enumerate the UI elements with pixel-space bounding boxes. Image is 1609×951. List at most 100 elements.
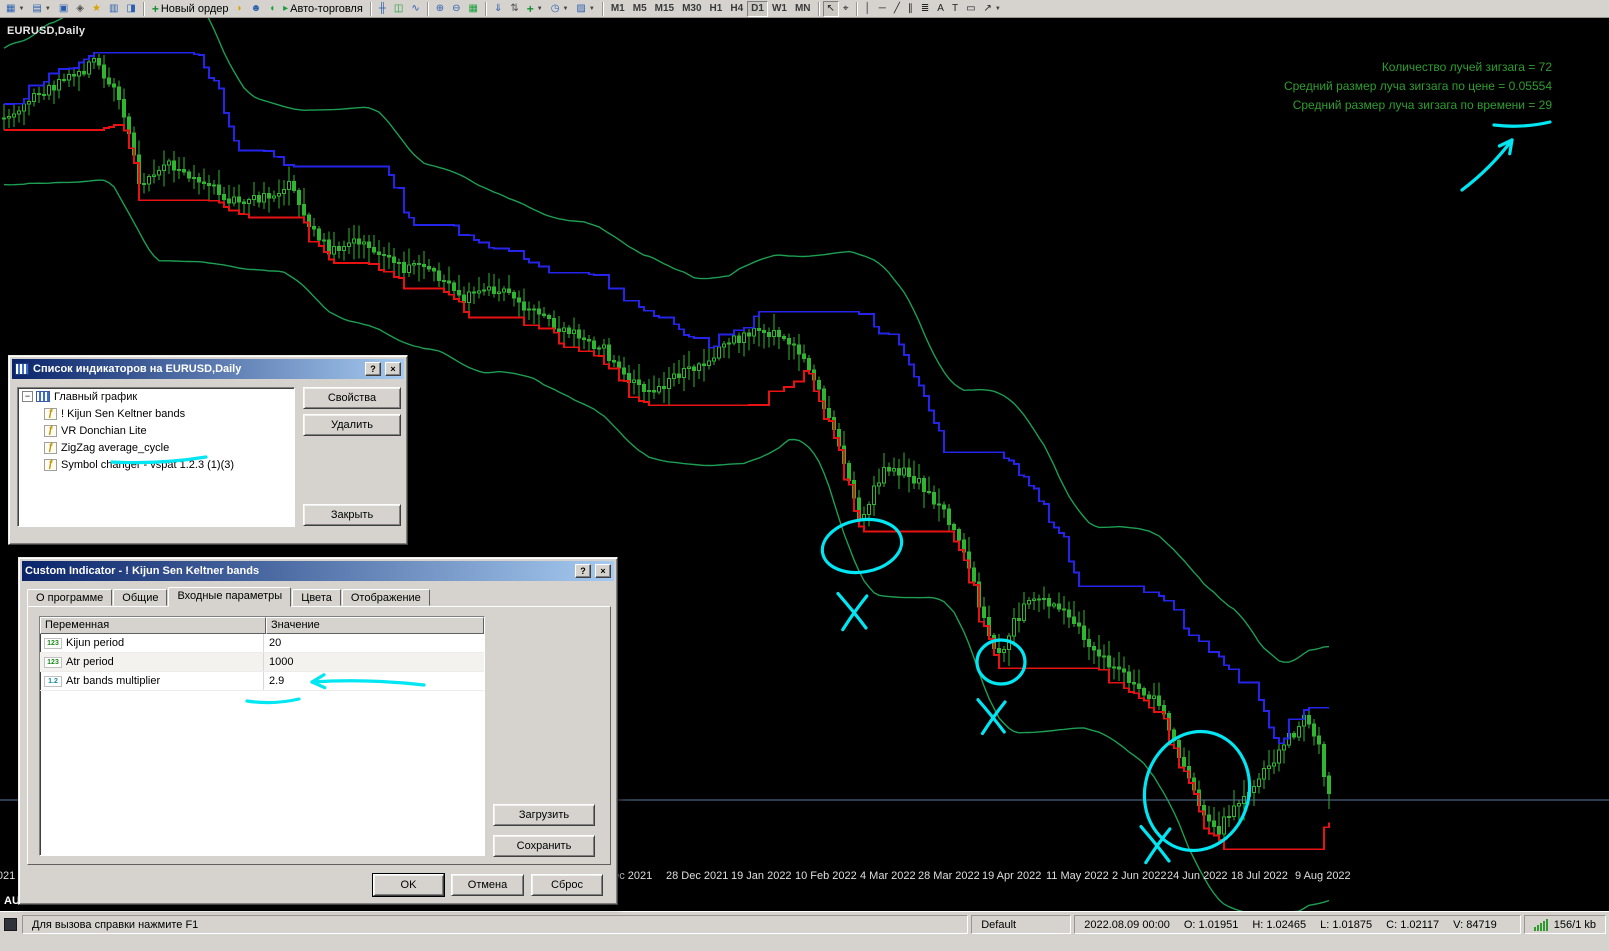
fibonacci-button[interactable]: ≣ bbox=[917, 1, 933, 17]
timeframe-m15-button-label: M15 bbox=[655, 3, 674, 14]
indicators-button[interactable]: ⇓ bbox=[490, 1, 506, 17]
load-button[interactable]: Загрузить bbox=[493, 804, 595, 826]
param-value[interactable]: 2.9 bbox=[264, 675, 484, 687]
timeframe-d1-button[interactable]: D1 bbox=[747, 1, 768, 17]
trendline-button[interactable]: ╱ bbox=[890, 1, 904, 17]
shapes-button[interactable]: ▭ bbox=[962, 1, 979, 17]
delete-button[interactable]: Удалить bbox=[303, 414, 401, 436]
navigator-button[interactable]: ◈ bbox=[72, 1, 88, 17]
custom-indicator-titlebar[interactable]: Custom Indicator - ! Kijun Sen Keltner b… bbox=[22, 561, 614, 581]
text-button[interactable]: A bbox=[933, 1, 948, 17]
param-value[interactable]: 1000 bbox=[264, 656, 484, 668]
close-button[interactable]: Закрыть bbox=[303, 504, 401, 526]
favorites-icon: ★ bbox=[92, 4, 101, 14]
close-icon[interactable]: × bbox=[385, 362, 401, 376]
timeframe-mn-button-label: MN bbox=[795, 3, 811, 14]
column-header-value[interactable]: Значение bbox=[266, 617, 484, 634]
date-label: 9 Aug 2022 bbox=[1295, 870, 1351, 882]
indicator-fx-icon: ƒ bbox=[44, 459, 57, 471]
timeframe-h1-button[interactable]: H1 bbox=[706, 1, 727, 17]
timeframe-h1-button-label: H1 bbox=[710, 3, 723, 14]
periods-button[interactable]: ◷▼ bbox=[547, 1, 573, 17]
bar-chart-button[interactable]: ╫ bbox=[375, 1, 390, 17]
chevron-down-icon: ▼ bbox=[562, 6, 568, 12]
status-bar: Для вызова справки нажмите F1 Default 20… bbox=[0, 911, 1609, 951]
indicator-fx-icon: ƒ bbox=[44, 442, 57, 454]
timeframe-m30-button-label: M30 bbox=[682, 3, 701, 14]
favorites-button[interactable]: ★ bbox=[88, 1, 105, 17]
date-label: 28 Dec 2021 bbox=[666, 870, 728, 882]
tree-item-indicator[interactable]: ƒVR Donchian Lite bbox=[18, 422, 294, 439]
save-button[interactable]: Сохранить bbox=[493, 835, 595, 857]
line-chart-button[interactable]: ∿ bbox=[407, 1, 423, 17]
dialog-tab[interactable]: О программе bbox=[27, 589, 112, 606]
tree-item-indicator[interactable]: ƒ! Kijun Sen Keltner bands bbox=[18, 405, 294, 422]
timeframe-m1-button[interactable]: M1 bbox=[607, 1, 629, 17]
chevron-down-icon: ▼ bbox=[45, 6, 51, 12]
timeframe-h4-button-label: H4 bbox=[730, 3, 743, 14]
column-header-variable[interactable]: Переменная bbox=[40, 617, 266, 634]
param-row[interactable]: 1.2Atr bands multiplier2.9 bbox=[40, 672, 484, 691]
zigzag-comment-text: Количество лучей зигзага = 72Средний раз… bbox=[1284, 58, 1552, 115]
timeframe-h4-button[interactable]: H4 bbox=[726, 1, 747, 17]
collapse-icon[interactable]: − bbox=[22, 391, 33, 402]
indicator-list-titlebar[interactable]: Список индикаторов на EURUSD,Daily ? × bbox=[12, 359, 404, 379]
cancel-button[interactable]: Отмена bbox=[451, 874, 524, 896]
add-indicator-button[interactable]: +▼ bbox=[523, 1, 547, 17]
zoom-in-button[interactable]: ⊕ bbox=[432, 1, 448, 17]
objects-button[interactable]: ⇅ bbox=[506, 1, 522, 17]
bar-chart-icon: ╫ bbox=[379, 4, 386, 14]
chart-symbol-label: EURUSD,Daily bbox=[7, 25, 85, 37]
dialog-tab[interactable]: Общие bbox=[113, 589, 167, 606]
param-value[interactable]: 20 bbox=[264, 637, 484, 649]
tree-item-main-chart[interactable]: − Главный график bbox=[18, 388, 294, 405]
dialog-tab[interactable]: Входные параметры bbox=[168, 587, 291, 607]
channel-button[interactable]: ∥ bbox=[904, 1, 917, 17]
help-button[interactable]: ? bbox=[365, 362, 381, 376]
trendline-icon: ╱ bbox=[894, 4, 900, 14]
new-order-button[interactable]: +Новый ордер bbox=[148, 1, 233, 17]
new-chart-button[interactable]: ▦▼ bbox=[2, 1, 28, 17]
new-order-icon: + bbox=[152, 4, 159, 14]
tree-item-indicator[interactable]: ƒZigZag average_cycle bbox=[18, 439, 294, 456]
templates-button[interactable]: ▨▼ bbox=[572, 1, 598, 17]
close-icon[interactable]: × bbox=[595, 564, 611, 578]
vertical-line-button[interactable]: │ bbox=[861, 1, 875, 17]
data-window-button[interactable]: ▥ bbox=[105, 1, 122, 17]
candlestick-chart-button[interactable]: ◫ bbox=[390, 1, 407, 17]
tree-item-indicator[interactable]: ƒSymbol changer - vspat 1.2.3 (1)(3) bbox=[18, 456, 294, 473]
timeframe-m15-button[interactable]: M15 bbox=[651, 1, 678, 17]
timeframe-m5-button[interactable]: M5 bbox=[629, 1, 651, 17]
ok-button[interactable]: OK bbox=[373, 874, 444, 896]
zoom-out-icon: ⊖ bbox=[452, 4, 460, 14]
timeframe-m30-button[interactable]: M30 bbox=[678, 1, 705, 17]
community-button[interactable]: ☻ bbox=[247, 1, 266, 17]
history-center-icon: ◨ bbox=[126, 4, 135, 14]
dialog-tab[interactable]: Отображение bbox=[342, 589, 430, 606]
horizontal-line-button[interactable]: ─ bbox=[875, 1, 890, 17]
param-row[interactable]: 123Atr period1000 bbox=[40, 653, 484, 672]
cursor-button[interactable]: ↖ bbox=[823, 1, 839, 17]
grid-button[interactable]: ▦ bbox=[465, 1, 482, 17]
market-watch-button[interactable]: ▣ bbox=[55, 1, 72, 17]
chart-profiles-button[interactable]: ▤▼ bbox=[28, 1, 54, 17]
crosshair-button[interactable]: ⌖ bbox=[839, 1, 853, 17]
autotrading-button[interactable]: ▸Авто-торговля bbox=[279, 1, 367, 17]
param-row[interactable]: 123Kijun period20 bbox=[40, 634, 484, 653]
arrows-button[interactable]: ↗▼ bbox=[980, 1, 1005, 17]
deposit-button[interactable]: ◗ bbox=[233, 1, 247, 17]
timeframe-w1-button[interactable]: W1 bbox=[768, 1, 791, 17]
status-icon bbox=[4, 918, 17, 931]
properties-button[interactable]: Свойства bbox=[303, 387, 401, 409]
dialog-tab[interactable]: Цвета bbox=[292, 589, 341, 606]
support-button[interactable]: ◖ bbox=[265, 1, 279, 17]
history-center-button[interactable]: ◨ bbox=[122, 1, 139, 17]
indicator-fx-icon: ƒ bbox=[44, 425, 57, 437]
zoom-out-button[interactable]: ⊖ bbox=[448, 1, 464, 17]
text-label-button[interactable]: T bbox=[948, 1, 962, 17]
reset-button[interactable]: Сброс bbox=[531, 874, 603, 896]
help-button[interactable]: ? bbox=[575, 564, 591, 578]
param-name-cell: 1.2Atr bands multiplier bbox=[40, 672, 264, 690]
profile-segment[interactable]: Default bbox=[971, 915, 1071, 934]
timeframe-mn-button[interactable]: MN bbox=[791, 1, 815, 17]
